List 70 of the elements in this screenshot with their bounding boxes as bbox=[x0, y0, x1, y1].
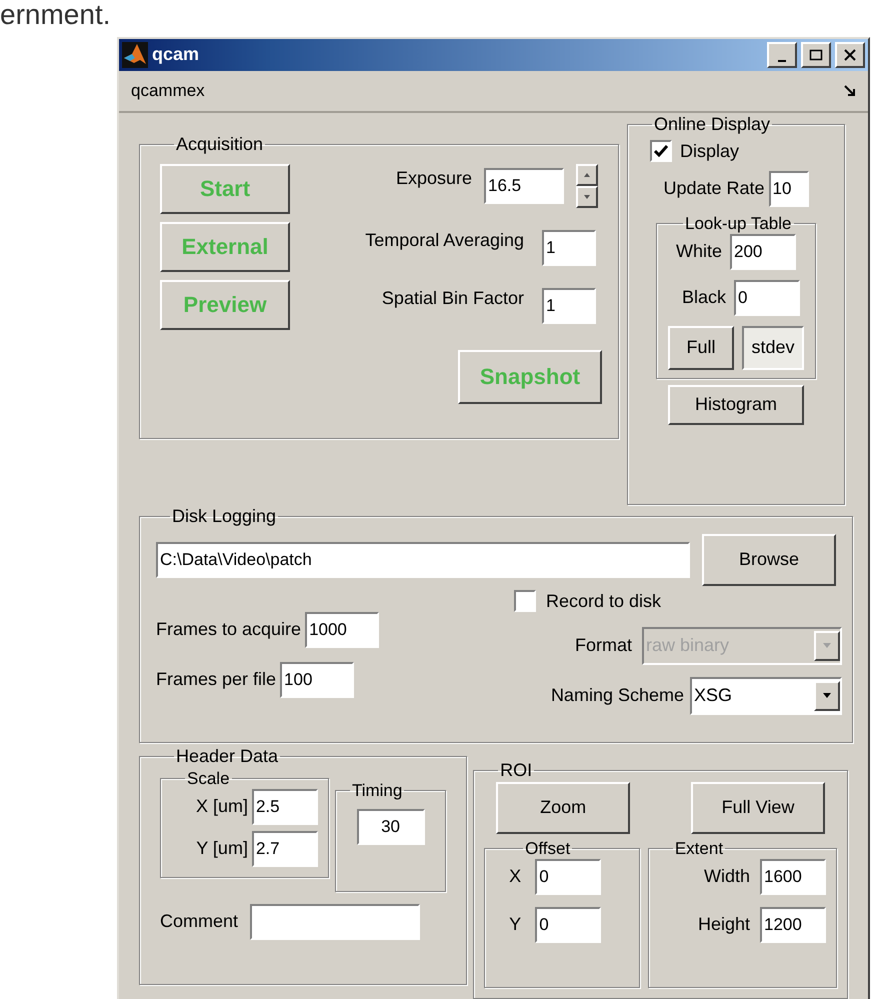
text-field[interactable]: 0 bbox=[734, 280, 800, 316]
group-title: Scale bbox=[186, 768, 231, 789]
text-field[interactable]: 0 bbox=[535, 906, 602, 943]
text-field[interactable]: 0 bbox=[535, 858, 602, 895]
checkbox[interactable] bbox=[514, 590, 536, 612]
maximize-icon bbox=[809, 48, 823, 61]
group-title: Look-up Table bbox=[684, 212, 792, 234]
close-icon bbox=[843, 48, 857, 61]
dropdown[interactable]: XSG bbox=[690, 676, 842, 714]
field-label: Display bbox=[680, 140, 740, 163]
group-title: Acquisition bbox=[175, 133, 264, 156]
field-label: Exposure bbox=[396, 167, 472, 190]
push-button[interactable]: Histogram bbox=[668, 384, 804, 425]
text-field[interactable]: 1000 bbox=[305, 612, 380, 648]
field-label: Temporal Averaging bbox=[365, 229, 524, 252]
group-title: Timing bbox=[350, 780, 404, 801]
push-button[interactable]: Zoom bbox=[496, 782, 630, 834]
text-field[interactable]: 2.7 bbox=[252, 830, 318, 867]
field-label: X bbox=[509, 865, 522, 888]
group-title: Header Data bbox=[175, 745, 280, 768]
field-label: White bbox=[676, 240, 722, 264]
field-label: Frames to acquire bbox=[156, 618, 302, 641]
field-label: Update Rate bbox=[663, 177, 765, 200]
text-field[interactable]: 10 bbox=[768, 170, 809, 206]
field-label: Y bbox=[509, 913, 522, 936]
field-label: Comment bbox=[160, 910, 238, 933]
group-title: Extent bbox=[674, 838, 724, 859]
menu-item[interactable]: qcammex bbox=[131, 78, 205, 104]
checkbox[interactable] bbox=[650, 140, 672, 162]
field-label: X [um] bbox=[196, 795, 248, 818]
text-field[interactable]: 200 bbox=[730, 234, 796, 270]
group-title: ROI bbox=[499, 759, 534, 782]
group-title: Disk Logging bbox=[171, 505, 278, 528]
field-label: Height bbox=[698, 913, 750, 936]
app-logo-icon bbox=[122, 42, 148, 68]
minimize-icon bbox=[778, 60, 786, 62]
text-field[interactable]: 2.5 bbox=[252, 788, 318, 825]
page-heading: ernment. bbox=[0, 0, 110, 30]
field-label: Frames per file bbox=[156, 668, 276, 691]
field-label: Naming Scheme bbox=[550, 684, 684, 707]
group-title: Offset bbox=[524, 838, 572, 859]
field-label: Black bbox=[682, 286, 726, 310]
field-label: Spatial Bin Factor bbox=[382, 287, 524, 310]
text-field[interactable]: C:\Data\Video\patch bbox=[156, 542, 690, 578]
field-label: Record to disk bbox=[546, 590, 662, 612]
field-label: Width bbox=[704, 865, 750, 888]
checkmark-icon bbox=[654, 145, 668, 157]
minimize-button[interactable] bbox=[767, 42, 797, 68]
text-field[interactable]: 1 bbox=[542, 288, 596, 324]
up-arrow-icon bbox=[584, 172, 590, 176]
window-title: qcam bbox=[152, 43, 200, 66]
text-field[interactable]: 1200 bbox=[760, 906, 826, 943]
push-button[interactable]: stdev bbox=[742, 326, 804, 370]
down-arrow-icon bbox=[584, 194, 590, 198]
field-label: Format bbox=[574, 634, 632, 657]
maximize-button[interactable] bbox=[801, 42, 831, 68]
spinner[interactable] bbox=[576, 164, 598, 208]
push-button[interactable]: Browse bbox=[702, 534, 836, 586]
push-button[interactable]: Full bbox=[668, 326, 734, 370]
push-button[interactable]: Full View bbox=[691, 782, 825, 834]
dock-arrow-icon[interactable] bbox=[844, 84, 856, 97]
text-field[interactable]: 30 bbox=[356, 808, 425, 845]
field-label: Y [um] bbox=[196, 837, 248, 860]
group-title: Online Display bbox=[653, 113, 772, 136]
text-field[interactable]: 16.5 bbox=[484, 168, 564, 204]
text-field[interactable]: 1 bbox=[542, 230, 596, 266]
text-field[interactable] bbox=[250, 904, 420, 940]
text-field[interactable]: 100 bbox=[280, 662, 354, 698]
close-button[interactable] bbox=[835, 42, 865, 68]
text-field[interactable]: 1600 bbox=[760, 858, 826, 895]
